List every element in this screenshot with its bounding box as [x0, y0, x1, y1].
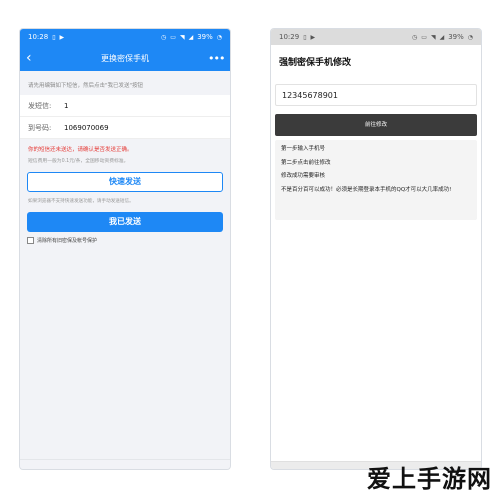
step-one: 第一步输入手机号 [281, 146, 326, 152]
battery-percent: 39% [448, 33, 464, 41]
sms-number-value: 1069070069 [64, 123, 109, 132]
clear-protection-label: 清除所有旧密保及帐号保护 [37, 238, 98, 244]
battery-icon: ◔ [467, 33, 473, 41]
step-two: 第二步点击前往修改 [281, 159, 331, 166]
sim-icon: ▯ [303, 33, 307, 41]
status-time: 10:29 [279, 33, 300, 41]
fee-notice: 短信费用一般为0.1元/条，全国移动资费标准。 [28, 159, 129, 164]
sim-icon: ▯ [52, 33, 56, 41]
sms-content-value: 1 [64, 101, 69, 110]
success-note: 不是百分百可以成功！必须是长期登录本手机的QQ才可以大几率成功! [281, 186, 452, 193]
quick-send-hint: 如果浏览器不支持快速发送功能，请手动发送短信。 [28, 199, 134, 204]
alarm-icon: ◷ [161, 33, 167, 41]
more-options-icon[interactable]: ••• [208, 52, 225, 65]
go-modify-button[interactable]: 前往修改 [275, 114, 477, 136]
wifi-icon: ◥ [430, 33, 436, 41]
battery-percent: 39% [197, 33, 213, 41]
phone-screenshot-right: 10:29 ▯ ▶ ◷ ▭ ◥ ◢ 39% ◔ 强制密保手机修改 1234567… [270, 28, 482, 470]
video-icon: ▶ [310, 33, 316, 41]
back-arrow-icon[interactable]: ‹ [26, 50, 42, 66]
watermark-logo: 爱上手游网 [367, 465, 492, 493]
quick-send-button[interactable]: 快速发送 [27, 172, 223, 192]
status-bar: 10:29 ▯ ▶ ◷ ▭ ◥ ◢ 39% ◔ [271, 29, 481, 45]
clear-protection-option[interactable]: 清除所有旧密保及帐号保护 [20, 232, 230, 249]
signal-icon: ◢ [188, 33, 194, 41]
page-title: 更换密保手机 [101, 53, 149, 63]
battery-icon: ◔ [216, 33, 222, 41]
nfc-icon: ▭ [421, 33, 427, 41]
sms-number-label: 到号码: [28, 123, 52, 132]
instruction-text: 请先用编辑如下短信，然后点击"我已发送"按钮 [20, 71, 230, 95]
alarm-icon: ◷ [412, 33, 418, 41]
phone-screenshot-left: 10:28 ▯ ▶ ◷ ▭ ◥ ◢ 39% ◔ ‹ 更换密保手机 ••• 请先用… [19, 28, 231, 470]
page-title: 强制密保手机修改 [279, 58, 352, 68]
sms-content-label: 发短信: [28, 101, 52, 110]
sent-confirm-button[interactable]: 我已发送 [27, 212, 223, 232]
nav-bar: ‹ 更换密保手机 ••• [20, 45, 230, 71]
nfc-icon: ▭ [170, 33, 176, 41]
clear-protection-checkbox[interactable] [27, 237, 34, 244]
status-time: 10:28 [28, 33, 49, 41]
status-bar: 10:28 ▯ ▶ ◷ ▭ ◥ ◢ 39% ◔ [20, 29, 230, 45]
video-icon: ▶ [59, 33, 65, 41]
phone-number-input[interactable]: 12345678901 [275, 84, 477, 106]
bottom-bar [20, 459, 230, 469]
sms-content-row: 发短信: 1 [20, 95, 230, 117]
step-review: 修改成功需要审核 [281, 173, 326, 180]
sms-number-row: 到号码: 1069070069 [20, 117, 230, 139]
instructions-panel: 第一步输入手机号 第二步点击前往修改 修改成功需要审核 不是百分百可以成功！必须… [275, 140, 477, 220]
wifi-icon: ◥ [179, 33, 185, 41]
signal-icon: ◢ [439, 33, 445, 41]
error-message: 你的短信还未送达，请确认是否发送正确。 [28, 147, 133, 153]
